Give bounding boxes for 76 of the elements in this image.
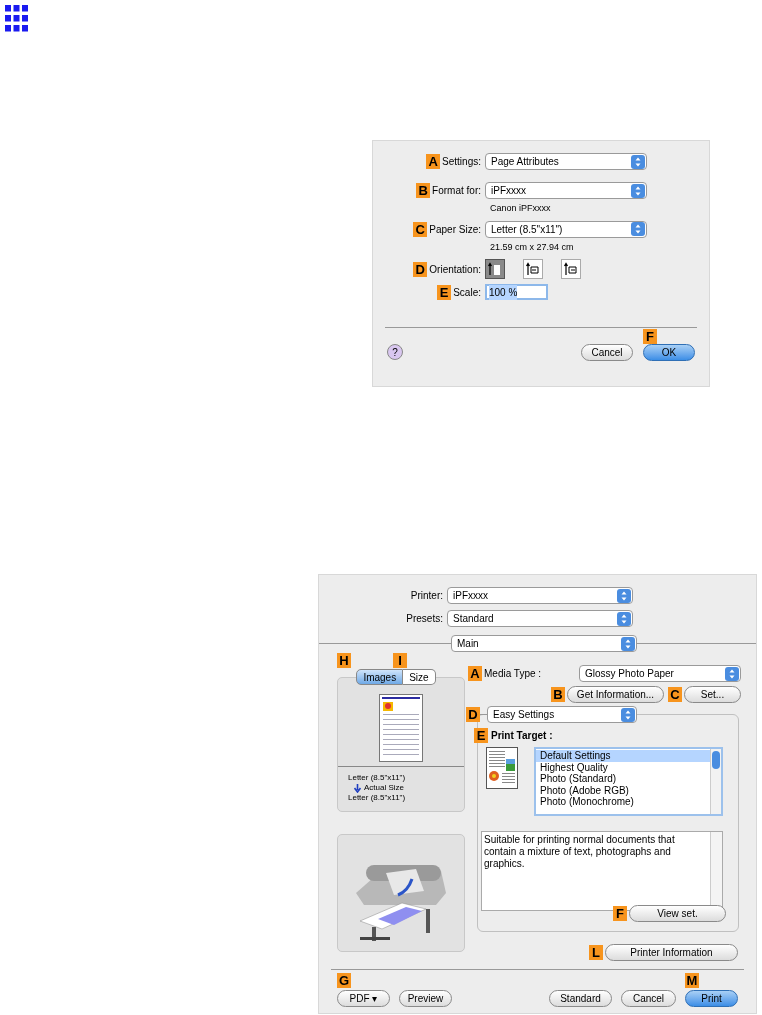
info-text: 21.59 cm x 27.94 cm — [490, 240, 575, 254]
info-text: Letter (8.5"x11") — [348, 773, 407, 783]
orientation-button[interactable] — [485, 259, 505, 279]
list-item[interactable]: Photo (Monochrome) — [536, 796, 710, 808]
letter-marker: I — [393, 653, 407, 668]
button[interactable]: Print — [685, 990, 738, 1007]
button[interactable]: Cancel — [621, 990, 676, 1007]
button[interactable]: OK — [643, 344, 695, 361]
description-text: Suitable for printing normal documents that contain a mixture of text, photographs and graphics. — [483, 833, 676, 871]
letter-marker: E — [437, 284, 452, 300]
input-field[interactable]: 100 % — [485, 284, 548, 300]
dropdown[interactable]: Page Attributes — [485, 153, 647, 170]
letter-marker: F — [613, 906, 627, 921]
letter-marker: A — [468, 666, 482, 681]
document-thumbnail-icon — [486, 747, 518, 789]
dropdown[interactable]: iPFxxxx — [447, 587, 633, 604]
field-label: Paper Size: — [429, 222, 481, 237]
dropdown[interactable]: Letter (8.5"x11") — [485, 220, 647, 238]
button[interactable]: Get Information... — [567, 686, 664, 703]
field-label: Orientation: — [429, 262, 481, 277]
tab[interactable]: Size — [403, 669, 436, 685]
list-item[interactable]: Photo (Adobe RGB) — [536, 784, 710, 796]
letter-marker: A — [426, 154, 441, 169]
letter-marker: H — [337, 653, 351, 668]
letter-marker: B — [551, 687, 565, 702]
stepper-icon — [631, 154, 645, 169]
button[interactable]: View set. — [629, 905, 726, 922]
stepper-icon — [621, 636, 635, 651]
button[interactable]: PDF ▾ — [337, 990, 390, 1007]
letter-marker: D — [413, 261, 428, 277]
stepper-icon — [617, 588, 631, 603]
page-preview-icon — [379, 694, 423, 762]
scrollbar[interactable] — [710, 749, 721, 814]
info-text: Actual Size — [364, 783, 405, 793]
letter-marker: M — [685, 973, 699, 988]
letter-marker: E — [474, 728, 488, 743]
button[interactable]: Set... — [684, 686, 741, 703]
letter-marker: B — [416, 183, 431, 198]
dropdown[interactable]: Standard — [447, 610, 633, 627]
letter-marker: F — [643, 329, 657, 344]
letter-marker: C — [413, 221, 428, 237]
dropdown[interactable]: Easy Settings — [487, 706, 637, 723]
info-text: Letter (8.5"x11") — [348, 793, 407, 803]
stepper-icon — [621, 707, 635, 722]
button[interactable]: Cancel — [581, 344, 633, 361]
field-label: Printer: — [409, 589, 444, 603]
button[interactable]: Preview — [399, 990, 452, 1007]
stepper-icon — [617, 611, 631, 626]
field-label: Print Target : — [491, 729, 553, 743]
button[interactable]: Printer Information — [605, 944, 738, 961]
info-text: Canon iPFxxxx — [490, 202, 552, 215]
letter-marker: D — [466, 707, 480, 722]
stepper-icon — [631, 183, 645, 198]
field-label: Settings: — [442, 155, 481, 169]
field-label: Format for: — [432, 184, 481, 198]
help-button[interactable]: ? — [387, 344, 403, 360]
field-label: Presets: — [405, 612, 444, 626]
dropdown[interactable]: Main — [451, 635, 637, 652]
arrow-down-icon — [354, 783, 361, 793]
list-item[interactable]: Photo (Standard) — [536, 773, 710, 785]
list-item[interactable]: Highest Quality — [536, 761, 710, 773]
dropdown[interactable]: Glossy Photo Paper — [579, 665, 741, 682]
orientation-button[interactable] — [523, 259, 543, 279]
letter-marker: G — [337, 973, 351, 988]
field-label: Scale: — [453, 285, 481, 300]
field-label: Media Type : — [484, 667, 542, 681]
letter-marker: L — [589, 945, 603, 960]
list-item[interactable]: Default Settings — [536, 750, 710, 762]
tab[interactable]: Images — [356, 669, 404, 685]
button[interactable]: Standard — [549, 990, 612, 1007]
stepper-icon — [725, 666, 739, 681]
grid-icon — [5, 5, 28, 32]
dropdown[interactable]: iPFxxxx — [485, 182, 647, 199]
letter-marker: C — [668, 687, 682, 702]
orientation-button[interactable] — [561, 259, 581, 279]
stepper-icon — [631, 222, 645, 236]
